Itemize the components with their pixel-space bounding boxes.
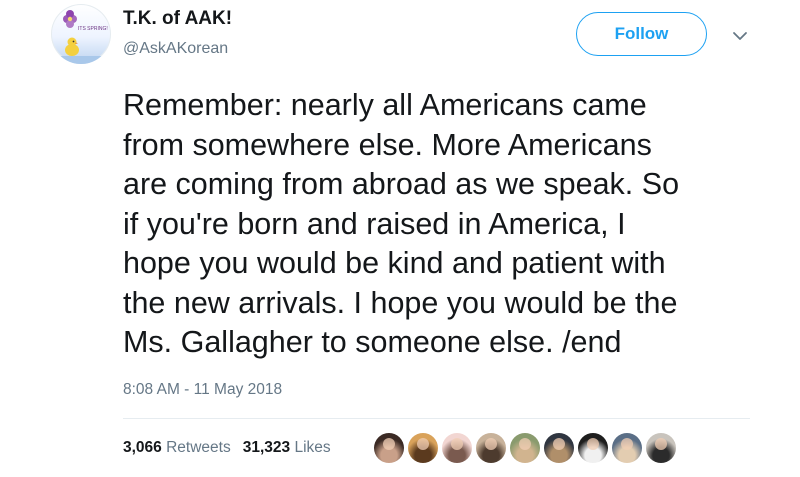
retweets-stat[interactable]: 3,066 Retweets xyxy=(123,439,231,457)
retweets-label: Retweets xyxy=(166,439,231,456)
chevron-down-icon[interactable] xyxy=(730,26,750,46)
tweet-stats: 3,066 Retweets 31,323 Likes xyxy=(123,437,343,459)
display-name[interactable]: T.K. of AAK! xyxy=(123,8,232,30)
liker-avatar-8[interactable] xyxy=(612,433,642,463)
liker-avatar-7[interactable] xyxy=(578,433,608,463)
follow-button[interactable]: Follow xyxy=(576,12,707,56)
liker-avatar-2[interactable] xyxy=(408,433,438,463)
liker-avatar-3[interactable] xyxy=(442,433,472,463)
likes-label: Likes xyxy=(294,439,331,456)
avatar-caption: ITS SPRING! xyxy=(78,26,108,32)
liker-avatars xyxy=(374,428,680,468)
tweet-text: Remember: nearly all Americans came from… xyxy=(123,88,680,359)
liker-avatar-9[interactable] xyxy=(646,433,676,463)
liker-avatar-6[interactable] xyxy=(544,433,574,463)
tweet-timestamp[interactable]: 8:08 AM - 11 May 2018 xyxy=(123,381,282,399)
retweets-count: 3,066 xyxy=(123,439,162,456)
spring-flower-avatar-icon: ITS SPRING! xyxy=(51,10,111,64)
divider xyxy=(123,418,750,419)
tweet-card: ITS SPRING! T.K. of AAK! @AskAKorean Fol… xyxy=(0,0,800,477)
likes-count: 31,323 xyxy=(242,439,291,456)
liker-avatar-1[interactable] xyxy=(374,433,404,463)
liker-avatar-5[interactable] xyxy=(510,433,540,463)
likes-stat[interactable]: 31,323 Likes xyxy=(243,439,331,457)
profile-avatar[interactable]: ITS SPRING! xyxy=(51,4,111,64)
liker-avatar-4[interactable] xyxy=(476,433,506,463)
user-handle[interactable]: @AskAKorean xyxy=(123,40,228,58)
